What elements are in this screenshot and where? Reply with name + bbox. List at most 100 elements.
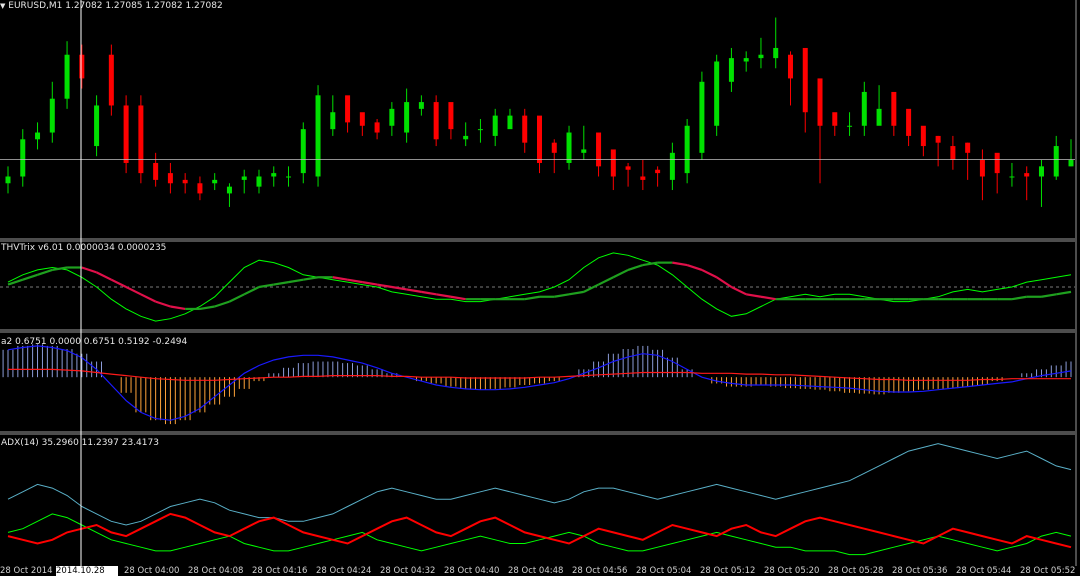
time-label: 28 Oct 04:48 [508,566,564,576]
candle-body [728,58,734,82]
candle-body [1038,166,1044,177]
time-label: 28 Oct 05:44 [956,566,1012,576]
trix-slow-segment [273,281,289,286]
candle-body [522,115,528,143]
candle-body [1009,176,1015,178]
trix-slow-segment [347,278,363,284]
candle-body [418,102,424,109]
candle-body [994,152,1000,174]
candle-body [108,54,114,106]
candle-body [507,115,513,130]
trix-slow-segment [583,283,600,293]
price-pane [0,17,1075,207]
candle-body [699,81,705,153]
trix-slow-segment [1041,293,1057,298]
candle-body [20,139,26,177]
trix-slow-segment [214,300,230,308]
candle-body [153,162,159,180]
trix-slow-segment [170,305,186,311]
adx-plus-di-line [7,513,1072,556]
time-label: 28 Oct 05:20 [764,566,820,576]
candle-body [345,95,351,123]
time-label: 28 Oct 05:28 [828,566,884,576]
candle-body [241,176,247,180]
candle-body [1053,146,1059,177]
candle-body [773,47,779,59]
candle-body [537,115,542,163]
candle-body [581,149,587,153]
candle-body [669,152,675,180]
trix-slow-segment [243,286,260,296]
time-label: 28 Oct 04:08 [188,566,244,576]
candle-body [315,95,321,177]
trix-slow-segment [96,271,112,281]
candle-body [684,125,690,174]
adx-minus-di-line [7,512,1072,549]
chart-canvas[interactable] [0,0,1080,576]
trix-slow-segment [303,276,319,281]
time-label: 28 Oct 05:36 [892,566,948,576]
trix-slow-segment [199,305,215,311]
time-label: 28 Oct 04:24 [316,566,372,576]
thvtrix-pane [0,252,1075,322]
candle-body [566,132,572,163]
candle-body [197,183,203,194]
trix-slow-segment [746,293,762,298]
candle-body [861,91,867,126]
candle-body [655,169,661,174]
candle-body [979,159,985,177]
candle-body [906,108,912,136]
trix-slow-segment [140,293,157,303]
adx-label: ADX(14) 35.2960 11.2397 23.4173 [1,438,159,448]
trix-slow-segment [155,300,171,308]
candle-body [286,176,292,178]
dropdown-triangle-icon[interactable]: ▼ [0,2,5,10]
trix-slow-segment [554,293,570,298]
candle-body [359,112,365,126]
mt4-chart-window[interactable]: ▼ EURUSD,M1 1.27082 1.27085 1.27082 1.27… [0,0,1080,576]
candle-body [492,115,498,136]
trix-slow-segment [37,268,53,276]
trix-slow-segment [568,290,584,296]
trix-slow-segment [288,278,304,284]
candle-body [920,125,926,147]
candle-body [256,176,262,187]
trix-slow-segment [627,264,644,271]
candle-body [965,142,971,153]
time-label: 28 Oct 05:12 [700,566,756,576]
candle-body [1068,159,1074,167]
candle-body [123,105,129,163]
candle-body [950,146,956,160]
trix-slow-segment [332,276,348,281]
candle-body [640,176,646,180]
candle-body [79,54,85,79]
trix-slow-segment [22,273,38,281]
adx-main-line [7,443,1072,526]
time-label: 28 Oct 05:52 [1020,566,1076,576]
trix-slow-segment [524,295,540,301]
adx-pane [7,443,1072,556]
candle-body [94,105,100,147]
time-label: 28 Oct 05:04 [636,566,692,576]
time-label: 28 Oct 04:56 [572,566,628,576]
candle-body [477,129,483,131]
oscillator-label: a2 0.6751 0.0000 0.6751 0.5192 -0.2494 [1,337,188,347]
candle-body [271,173,277,177]
trix-slow-segment [686,264,703,271]
candle-body [167,173,173,184]
trix-slow-segment [760,295,776,301]
thvtrix-label: THVTrix v6.01 0.0000034 0.0000235 [1,243,167,253]
trix-slow-segment [612,268,629,279]
time-label: 28 Oct 04:16 [252,566,308,576]
trix-slow-segment [672,261,688,267]
time-label-first: 28 Oct 2014 [0,566,53,576]
trix-slow-segment [730,286,747,296]
candle-body [847,125,853,127]
trix-slow-segment [228,293,245,303]
candle-body [758,54,764,59]
time-label: 28 Oct 04:32 [380,566,436,576]
trix-slow-segment [450,295,466,301]
candle-body [1024,173,1030,177]
candle-body [625,166,631,170]
candle-body [389,108,395,126]
